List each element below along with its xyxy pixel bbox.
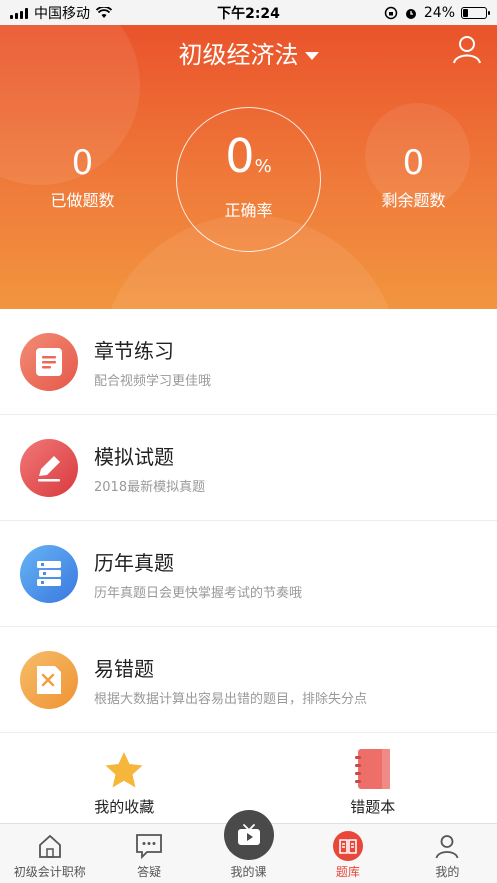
signal-icon xyxy=(10,7,28,19)
item-desc: 根据大数据计算出容易出错的题目，排除失分点 xyxy=(94,691,368,707)
item-desc: 配合视频学习更佳哦 xyxy=(94,373,212,389)
carrier-label: 中国移动 xyxy=(34,5,90,22)
tab-question-bank[interactable]: 题库 xyxy=(298,824,397,883)
tab-home-label: 初级会计职称 xyxy=(13,865,86,879)
rotation-lock-icon xyxy=(384,6,398,19)
chat-icon xyxy=(135,829,163,863)
accuracy-value: 0 xyxy=(225,129,255,183)
book-icon xyxy=(332,829,364,863)
subject-selector[interactable]: 初级经济法 xyxy=(0,35,497,70)
item-title: 易错题 xyxy=(94,656,154,681)
tab-qa-label: 答疑 xyxy=(137,865,162,879)
item-desc: 历年真题日会更快掌握考试的节奏哦 xyxy=(94,585,303,601)
accuracy-label: 正确率 xyxy=(224,201,273,220)
done-count-stat: 0 已做题数 xyxy=(30,143,135,211)
screen: 中国移动 下午2:24 24% 初级经济法 0 已做题数 0% 正确率 0 剩余… xyxy=(0,0,497,883)
notebook-label: 错题本 xyxy=(350,798,396,816)
tab-me-label: 我的 xyxy=(435,865,460,879)
item-title: 历年真题 xyxy=(94,550,174,575)
notebook-icon xyxy=(354,749,390,789)
item-desc: 2018最新模拟真题 xyxy=(94,479,206,495)
item-texts: 易错题 根据大数据计算出容易出错的题目，排除失分点 xyxy=(94,653,367,707)
home-icon xyxy=(37,829,63,863)
list-item-chapter-practice[interactable]: 章节练习 配合视频学习更佳哦 xyxy=(0,309,497,415)
item-title: 章节练习 xyxy=(94,338,174,363)
tab-qa[interactable]: 答疑 xyxy=(99,824,198,883)
play-tv-icon xyxy=(223,810,274,860)
accuracy-unit: % xyxy=(254,156,272,177)
item-texts: 章节练习 配合视频学习更佳哦 xyxy=(94,335,211,389)
alarm-icon xyxy=(405,8,416,19)
wifi-icon xyxy=(96,6,112,18)
subject-title: 初级经济法 xyxy=(178,41,299,69)
accuracy-value-row: 0% xyxy=(177,130,320,193)
status-left: 中国移动 xyxy=(10,3,112,23)
tab-my-courses[interactable]: 我的课 xyxy=(199,810,298,883)
list-item-past-exams[interactable]: 历年真题 历年真题日会更快掌握考试的节奏哦 xyxy=(0,521,497,627)
tab-bar: 初级会计职称 答疑 我的课 题库 我的 xyxy=(0,810,497,883)
list-item-error-prone[interactable]: 易错题 根据大数据计算出容易出错的题目，排除失分点 xyxy=(0,627,497,733)
item-texts: 模拟试题 2018最新模拟真题 xyxy=(94,441,205,495)
status-right: 24% xyxy=(384,4,490,21)
battery-icon xyxy=(461,6,490,19)
remaining-label: 剩余题数 xyxy=(381,191,446,210)
practice-list: 章节练习 配合视频学习更佳哦 模拟试题 2018最新模拟真题 历年真题 历年真题… xyxy=(0,309,497,733)
favorites-label: 我的收藏 xyxy=(94,798,155,816)
tab-my-courses-label: 我的课 xyxy=(230,865,267,879)
item-texts: 历年真题 历年真题日会更快掌握考试的节奏哦 xyxy=(94,547,302,601)
document-icon xyxy=(20,332,78,391)
user-icon[interactable] xyxy=(451,33,483,65)
done-count: 0 xyxy=(71,143,94,183)
remaining-count-stat: 0 剩余题数 xyxy=(361,143,466,211)
stats-header: 初级经济法 0 已做题数 0% 正确率 0 剩余题数 xyxy=(0,25,497,309)
battery-level xyxy=(463,8,469,17)
my-favorites-button[interactable]: 我的收藏 xyxy=(0,733,249,823)
battery-percent: 24% xyxy=(423,4,455,21)
caret-down-icon xyxy=(304,52,319,60)
error-note-icon xyxy=(20,650,78,709)
person-icon xyxy=(434,829,460,863)
tab-home[interactable]: 初级会计职称 xyxy=(0,824,99,883)
books-icon xyxy=(20,544,78,603)
star-icon xyxy=(105,752,143,788)
list-item-mock-exam[interactable]: 模拟试题 2018最新模拟真题 xyxy=(0,415,497,521)
remaining-count: 0 xyxy=(402,143,425,183)
item-title: 模拟试题 xyxy=(94,444,174,469)
done-label: 已做题数 xyxy=(50,191,115,210)
accuracy-ring: 0% 正确率 xyxy=(176,107,321,252)
tab-question-bank-label: 题库 xyxy=(335,865,360,879)
status-bar: 中国移动 下午2:24 24% xyxy=(0,0,497,25)
error-notebook-button[interactable]: 错题本 xyxy=(249,733,497,823)
pencil-icon xyxy=(20,438,78,497)
tab-me[interactable]: 我的 xyxy=(398,824,497,883)
